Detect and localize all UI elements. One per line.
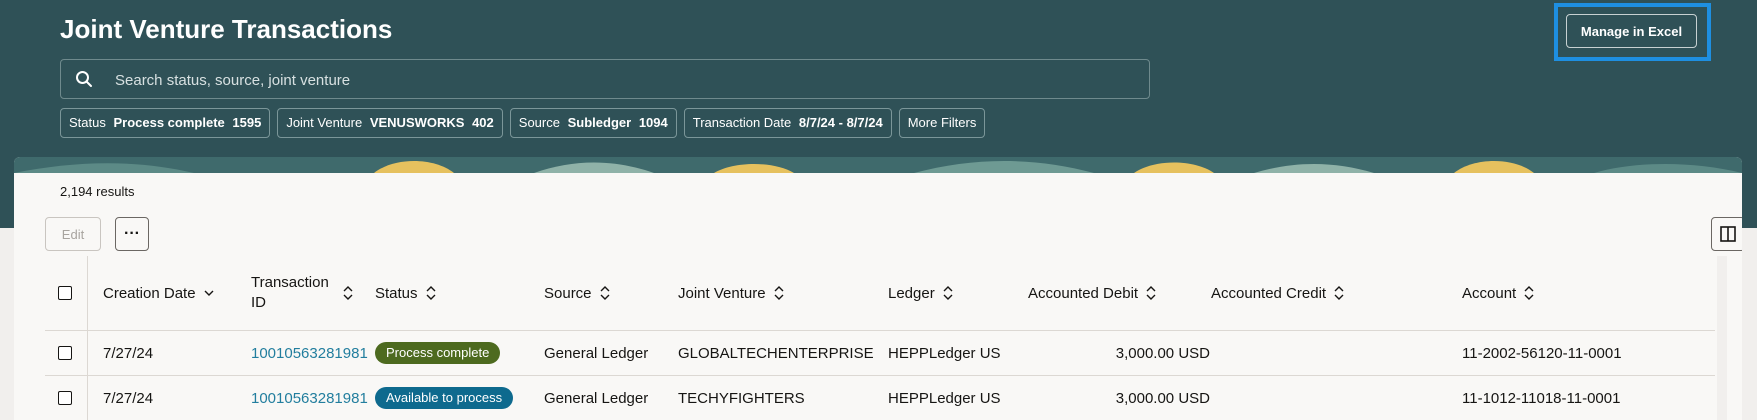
status-badge: Process complete [375,342,501,364]
filter-chip-value: VENUSWORKS [369,115,465,130]
chevron-down-icon [204,290,214,296]
search-box[interactable] [60,59,1150,100]
filter-chip-joint-venture[interactable]: Joint Venture VENUSWORKS 402 [277,108,503,138]
sort-icon [343,286,353,300]
cell-ledger: HEPPLedger US [888,344,1001,362]
more-actions-button[interactable]: ··· [115,217,149,251]
results-count: 2,194 results [60,184,134,199]
column-header-label: Ledger [888,284,935,302]
column-header-accounted-credit[interactable]: Accounted Credit [1211,256,1344,330]
column-header-label: Transaction ID [251,274,329,311]
results-panel: 2,194 results Edit ··· Creation Date Tra… [14,157,1742,420]
results-label: results [96,184,135,199]
column-header-label: Account [1462,284,1517,302]
cell-accounted-debit: 3,000.00 USD [1115,389,1210,407]
table-row[interactable]: 7/27/24 10010563281981 Process complete … [45,331,1715,376]
filter-chip-transaction-date[interactable]: Transaction Date 8/7/24 - 8/7/24 [683,108,892,138]
cell-creation-date: 7/27/24 [103,389,154,407]
filter-chip-label: Transaction Date [692,115,792,130]
column-header-status[interactable]: Status [375,256,436,330]
transaction-id-link[interactable]: 10010563281981 [251,331,368,375]
filter-chip-label: Joint Venture [286,115,363,130]
column-header-joint-venture[interactable]: Joint Venture [678,256,784,330]
cell-accounted-credit [1211,331,1391,375]
column-header-ledger[interactable]: Ledger [888,256,953,330]
page-title: Joint Venture Transactions [60,14,393,44]
sort-icon [1524,286,1534,300]
transaction-id-link[interactable]: 10010563281981 [251,376,368,420]
filter-chip-count: 1094 [638,115,668,130]
filter-chip-status[interactable]: Status Process complete 1595 [60,108,271,138]
filter-chip-count: 1595 [232,115,262,130]
manage-in-excel-button[interactable]: Manage in Excel [1566,14,1697,48]
cell-accounted-debit: 3,000.00 USD [1115,344,1210,362]
cell-status: Process complete [375,331,501,375]
filter-chip-value: Process complete [113,115,225,130]
column-header-label: Creation Date [103,284,196,302]
decorative-banner [14,157,1742,173]
cell-status: Available to process [375,376,514,420]
filter-chip-value: Subledger [567,115,632,130]
filter-chip-count: 402 [472,115,494,130]
sort-icon [774,286,784,300]
sort-icon [600,286,610,300]
column-header-label: Accounted Credit [1211,284,1327,302]
cell-joint-venture: GLOBALTECHENTERPRISE [678,344,874,362]
table-row[interactable]: 7/27/24 10010563281981 Available to proc… [45,376,1715,420]
filter-chip-source[interactable]: Source Subledger 1094 [509,108,677,138]
columns-icon [1720,226,1736,242]
cell-accounted-credit [1211,376,1391,420]
column-header-transaction-id[interactable]: Transaction ID [251,256,361,330]
column-header-source[interactable]: Source [544,256,610,330]
edit-button[interactable]: Edit [45,217,101,251]
column-header-accounted-debit[interactable]: Accounted Debit [1028,256,1156,330]
transactions-table: Creation Date Transaction ID Status Sour… [45,256,1715,420]
cell-joint-venture: TECHYFIGHTERS [678,389,805,407]
status-badge: Available to process [375,387,514,409]
column-header-label: Joint Venture [678,284,766,302]
column-header-label: Source [544,284,592,302]
results-number: 2,194 [60,184,93,199]
sort-icon [426,286,436,300]
filter-chip-value: 8/7/24 - 8/7/24 [798,115,883,130]
filter-chip-label: Source [518,115,560,130]
cell-account: 11-2002-56120-11-0001 [1462,344,1622,362]
filter-chip-label: More Filters [907,115,977,130]
filter-chip-label: Status [69,115,106,130]
sort-icon [943,286,953,300]
vertical-scrollbar[interactable] [1717,256,1727,420]
cell-ledger: HEPPLedger US [888,389,1001,407]
select-all-checkbox[interactable] [58,286,72,300]
sort-icon [1146,286,1156,300]
filter-chips: Status Process complete 1595 Joint Ventu… [60,108,986,138]
filter-chip-more-filters[interactable]: More Filters [898,108,986,138]
cell-creation-date: 7/27/24 [103,344,154,362]
column-settings-button[interactable] [1711,217,1742,251]
search-input[interactable] [113,60,1137,100]
column-header-label: Status [375,284,418,302]
column-header-creation-date[interactable]: Creation Date [103,256,214,330]
column-header-account[interactable]: Account [1462,256,1534,330]
sort-icon [1334,286,1344,300]
column-header-label: Accounted Debit [1028,284,1139,302]
cell-account: 11-1012-11018-11-0001 [1462,389,1621,407]
cell-source: General Ledger [544,389,649,407]
row-checkbox[interactable] [58,346,72,360]
table-header: Creation Date Transaction ID Status Sour… [45,256,1715,331]
search-icon [76,71,92,87]
row-checkbox[interactable] [58,391,72,405]
cell-source: General Ledger [544,344,649,362]
